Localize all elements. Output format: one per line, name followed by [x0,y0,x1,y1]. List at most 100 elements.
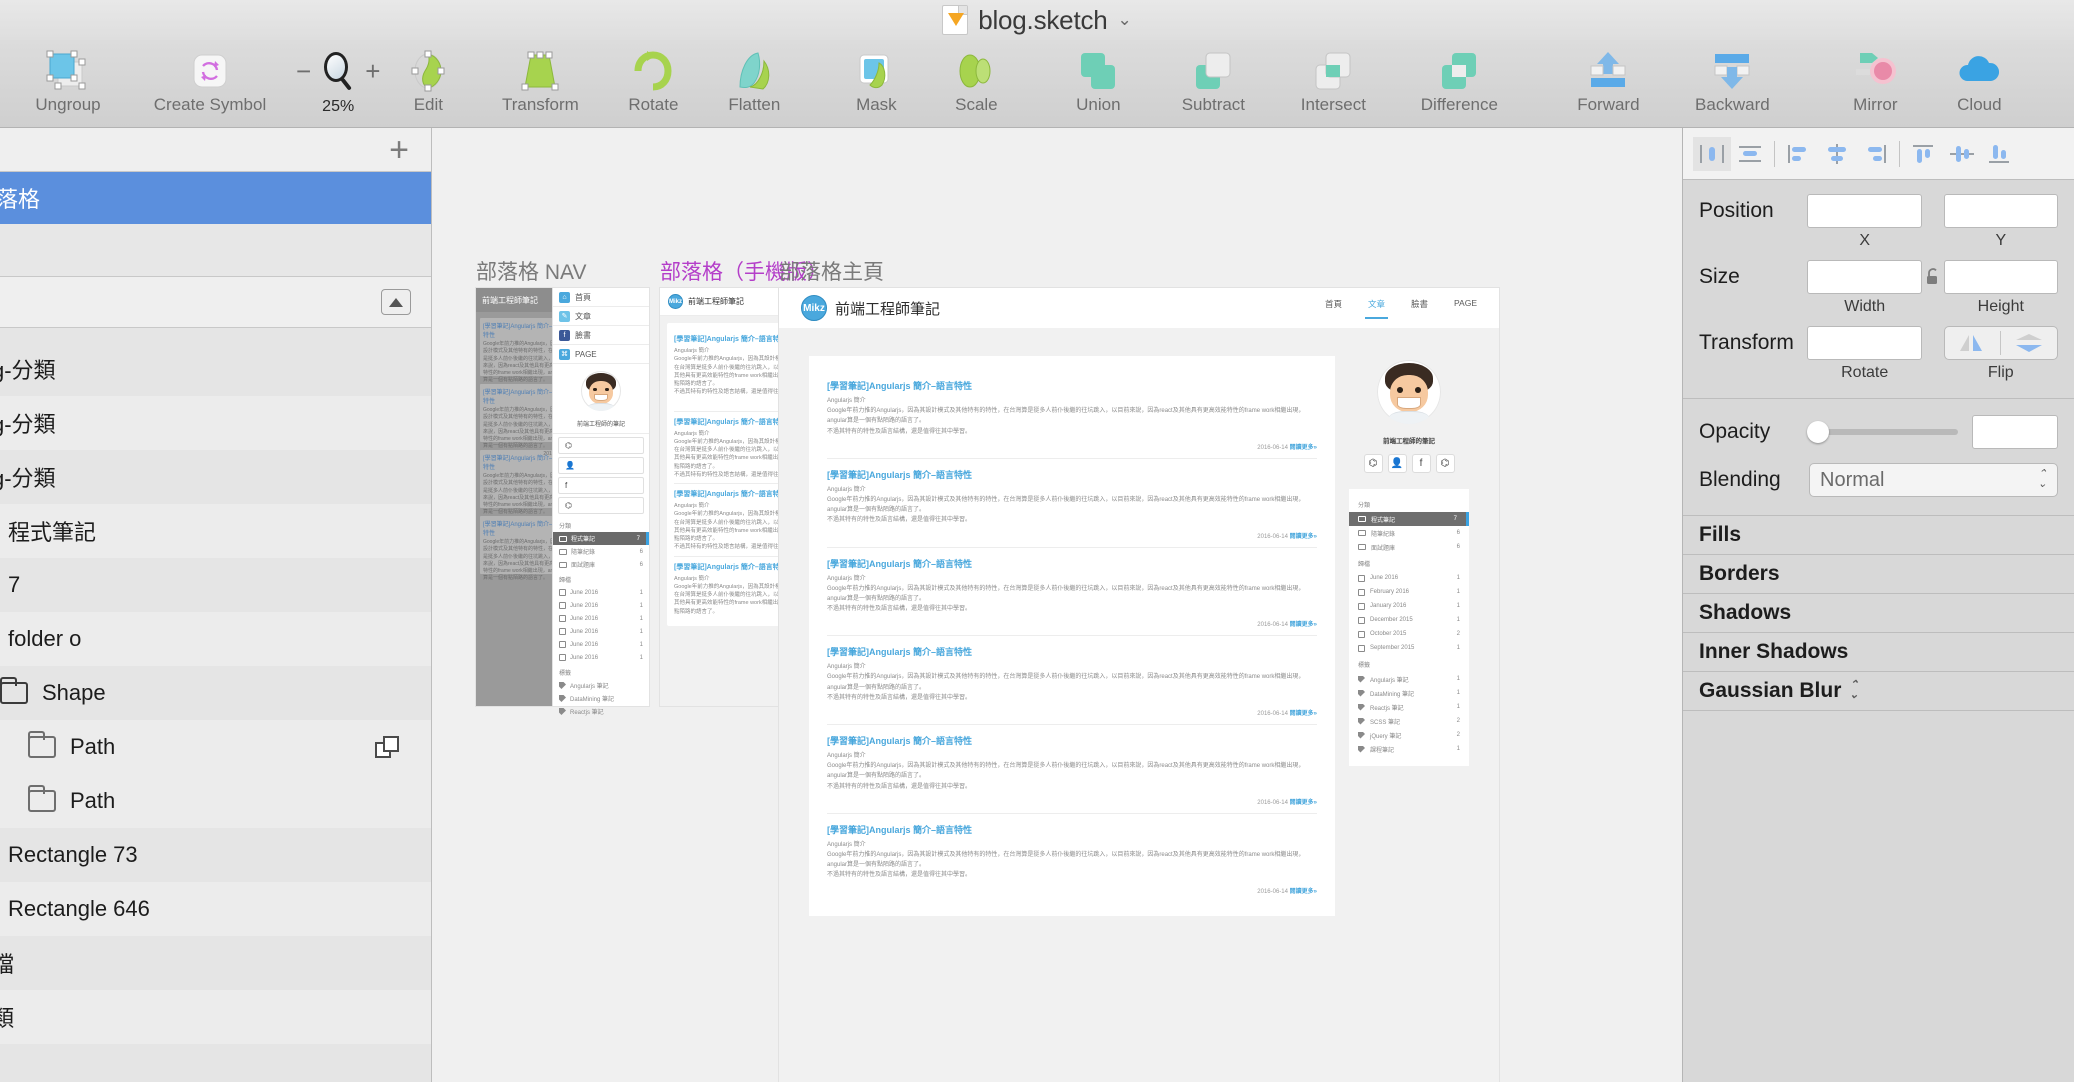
opacity-input[interactable] [1972,415,2058,449]
opacity-slider[interactable] [1807,421,1958,443]
table-row[interactable]: Rectangle 73 [0,828,431,882]
align-bottom-icon[interactable] [1981,137,2019,171]
social-link-github-2[interactable]: ⌬ [558,497,644,514]
table-row[interactable]: Path [0,774,431,828]
section-borders[interactable]: Borders [1683,555,2074,594]
social-link-github[interactable]: ⌬ [1363,454,1383,473]
toolbar-button-create-symbol[interactable]: Create Symbol [124,48,296,122]
opacity-slider-knob[interactable] [1807,421,1829,443]
blending-select[interactable]: Normal ⌃ ⌄ [1809,463,2058,497]
mask-indicator-icon[interactable] [375,736,401,758]
nav-item-page[interactable]: PAGE [1454,298,1477,319]
artboard-label-home[interactable]: 部落格主頁 [779,256,884,286]
social-link-facebook[interactable]: f [1411,454,1431,473]
toolbar-button-mirror[interactable]: Mirror [1822,48,1928,122]
design-canvas[interactable]: 部落格 NAV 部落格（手機版） 部落格主頁 部落格內頁 前端工程師筆記 ☰ [… [433,128,1682,1082]
artboard-label-nav[interactable]: 部落格 NAV [476,256,586,286]
align-horizontal-centers-icon[interactable] [1731,137,1769,171]
page-list-item[interactable] [0,224,431,276]
social-link-github[interactable]: ⌬ [558,437,644,454]
height-input[interactable] [1943,260,2058,294]
tag-item[interactable]: Reactjs 筆記 1 [1349,700,1469,714]
table-row[interactable]: Rectangle 646 [0,882,431,936]
toolbar-button-edit[interactable]: Edit [380,48,476,122]
collapse-pages-button[interactable] [381,289,411,315]
list-item[interactable]: [學習筆記]Angularjs 簡介–語言特性 Angularjs 簡介 Goo… [827,459,1317,548]
artboard-nav-menu[interactable]: ⌂ 首頁 ✎ 文章 f 臉書 ⌘ PAGE 前端工程師的筆記 ⌬ 👤 f ⌬ 分… [553,288,649,716]
list-item[interactable]: [學習筆記]Angularjs 簡介–語言特性 Angularjs 簡介 Goo… [827,548,1317,637]
toolbar-button-difference[interactable]: Difference [1394,48,1524,122]
archive-item[interactable]: January 2016 1 [1349,599,1469,613]
category-item[interactable]: 隨筆紀錄 6 [553,545,649,558]
layer-row-partial[interactable] [0,328,431,342]
menu-item-page[interactable]: ⌘ PAGE [553,345,649,364]
table-row[interactable]: Path [0,720,431,774]
toolbar-button-intersect[interactable]: Intersect [1272,48,1394,122]
toolbar-button-forward[interactable]: Forward [1548,48,1668,122]
archive-item[interactable]: June 2016 1 [553,586,649,599]
social-link-facebook[interactable]: f [558,477,644,494]
table-row[interactable]: 類 [0,990,431,1044]
artboard-home[interactable]: Mikz 前端工程師筆記 首頁 文章 臉書 PAGE [學習筆記]Angular… [779,288,1499,1082]
table-row[interactable]: Shape [0,666,431,720]
nav-item-article[interactable]: 文章 [1364,298,1389,319]
archive-item[interactable]: June 2016 1 [553,638,649,651]
align-left-icon[interactable] [1780,137,1818,171]
list-item[interactable]: [學習筆記]Angularjs 簡介–語言特性 Angularjs 簡介 Goo… [827,814,1317,902]
table-row[interactable]: g-分類 [0,342,431,396]
toolbar-button-rotate[interactable]: Rotate [604,48,702,122]
read-more-link[interactable]: 閱讀更多» [1290,889,1317,895]
category-item[interactable]: 隨筆紀錄 6 [1349,526,1469,540]
flip-vertical-icon[interactable] [2001,332,2057,354]
tag-item[interactable]: Reactjs 筆記 [553,705,649,718]
proportion-lock-button[interactable] [1922,268,1944,286]
tag-item[interactable]: Angularjs 筆記 [553,679,649,692]
tag-item[interactable]: Angularjs 筆記 1 [1349,672,1469,686]
chevron-updown-icon[interactable]: ⌃ ⌄ [1849,680,1858,701]
archive-item[interactable]: December 2015 1 [1349,613,1469,627]
add-page-button[interactable]: + [389,133,409,167]
align-top-icon[interactable] [1905,137,1943,171]
table-row[interactable] [0,1044,431,1082]
category-item-selected[interactable]: 程式筆記 7 [1349,512,1469,526]
toolbar-button-scale[interactable]: Scale [928,48,1024,122]
category-item[interactable]: 面試題庫 6 [1349,540,1469,554]
social-link-user[interactable]: 👤 [558,457,644,474]
nav-item-facebook[interactable]: 臉書 [1411,298,1428,319]
list-item[interactable]: [學習筆記]Angularjs 簡介–語言特性 Angularjs 簡介 Goo… [827,370,1317,459]
zoom-control-group[interactable]: − + 25% [296,48,380,122]
brand-group[interactable]: Mikz 前端工程師筆記 [801,295,940,321]
archive-item[interactable]: June 2016 1 [553,625,649,638]
menu-item-facebook[interactable]: f 臉書 [553,326,649,345]
toolbar-button-transform[interactable]: Transform [476,48,604,122]
align-right-icon[interactable] [1856,137,1894,171]
section-fills[interactable]: Fills [1683,516,2074,555]
chevron-down-icon[interactable]: ⌄ [1118,10,1132,30]
section-inner-shadows[interactable]: Inner Shadows [1683,633,2074,672]
page-list-item-selected[interactable]: 落格 [0,172,431,224]
social-link-user[interactable]: 👤 [1387,454,1407,473]
align-middle-icon[interactable] [1943,137,1981,171]
table-row[interactable]: g-分類 [0,450,431,504]
table-row[interactable]: g-分類 [0,396,431,450]
align-left-edges-icon[interactable] [1693,136,1731,171]
menu-item-home[interactable]: ⌂ 首頁 [553,288,649,307]
align-center-icon[interactable] [1818,137,1856,171]
tag-item[interactable]: DataMining 筆記 [553,692,649,705]
archive-item[interactable]: June 2016 1 [553,599,649,612]
archive-item[interactable]: February 2016 1 [1349,585,1469,599]
archive-item[interactable]: June 2016 1 [553,651,649,664]
category-item-selected[interactable]: 程式筆記 7 [553,532,649,545]
toolbar-button-ungroup[interactable]: Ungroup [12,48,124,122]
archive-item[interactable]: June 2016 1 [1349,571,1469,585]
tag-item[interactable]: SCSS 筆記 2 [1349,714,1469,728]
read-more-link[interactable]: 閱讀更多» [1290,800,1317,806]
archive-item[interactable]: September 2015 1 [1349,641,1469,655]
zoom-in-button[interactable]: + [365,56,380,87]
archive-item[interactable]: October 2015 2 [1349,627,1469,641]
table-row[interactable]: 程式筆記 [0,504,431,558]
read-more-link[interactable]: 閱讀更多» [1290,445,1317,451]
table-row[interactable]: 7 [0,558,431,612]
toolbar-button-view[interactable]: View [2046,48,2074,122]
toolbar-button-backward[interactable]: Backward [1668,48,1796,122]
